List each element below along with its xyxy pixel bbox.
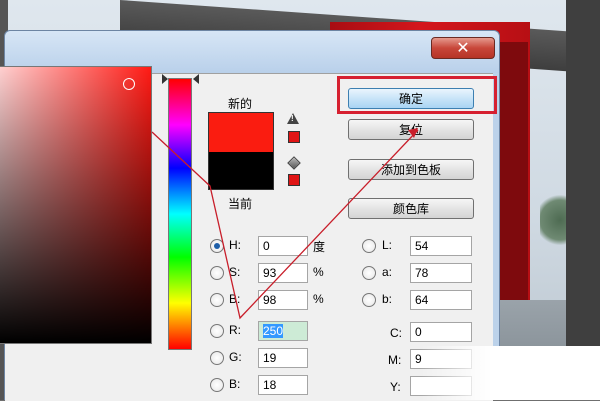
b-unit: % — [313, 292, 324, 306]
a-input[interactable]: 78 — [410, 263, 472, 283]
ok-button-label: 确定 — [398, 92, 423, 106]
g-label: G: — [229, 350, 242, 364]
lab-b-input[interactable]: 64 — [410, 290, 472, 310]
hue-slider[interactable] — [168, 78, 192, 350]
lab-b-label: b: — [382, 292, 393, 306]
s-input[interactable]: 93 — [258, 263, 308, 283]
current-color-label: 当前 — [228, 197, 253, 211]
h-label: H: — [229, 238, 241, 252]
m-label: M: — [388, 353, 402, 367]
c-input[interactable]: 0 — [410, 322, 472, 342]
s-unit: % — [313, 265, 324, 279]
add-to-swatches-label: 添加到色板 — [380, 163, 441, 177]
warning-triangle-icon — [287, 113, 299, 124]
r-label: R: — [229, 323, 241, 337]
color-libraries-label: 颜色库 — [392, 202, 429, 216]
h-unit: 度 — [313, 240, 326, 254]
rgb-b-input[interactable]: 18 — [258, 375, 308, 395]
color-field-cursor[interactable] — [123, 78, 135, 90]
white-overlay-patch — [420, 346, 600, 400]
close-button[interactable]: ✕ — [431, 37, 495, 59]
rgb-b-label: B: — [229, 377, 241, 391]
new-color-label: 新的 — [228, 97, 253, 111]
color-libraries-button[interactable]: 颜色库 — [348, 198, 474, 219]
radio-a[interactable] — [362, 266, 376, 280]
radio-r[interactable] — [210, 324, 224, 338]
window-frame-right — [566, 0, 600, 400]
r-input[interactable]: 250 — [258, 321, 308, 341]
websafe-correction-swatch[interactable] — [288, 174, 300, 186]
b-label: B: — [229, 292, 241, 306]
l-input[interactable]: 54 — [410, 236, 472, 256]
radio-rgb-b[interactable] — [210, 378, 224, 392]
radio-b[interactable] — [210, 293, 224, 307]
a-label: a: — [382, 265, 393, 279]
radio-h[interactable] — [210, 239, 224, 253]
new-color-swatch — [208, 112, 274, 152]
gamut-correction-swatch[interactable] — [288, 131, 300, 143]
s-label: S: — [229, 265, 241, 279]
h-input[interactable]: 0 — [258, 236, 308, 256]
reset-button-label: 复位 — [398, 123, 423, 137]
radio-lab-b[interactable] — [362, 293, 376, 307]
reset-button[interactable]: 复位 — [348, 119, 474, 140]
l-label: L: — [382, 238, 393, 252]
c-label: C: — [390, 326, 402, 340]
hue-slider-left-arrow-icon[interactable] — [162, 74, 168, 84]
radio-s[interactable] — [210, 266, 224, 280]
close-icon: ✕ — [456, 40, 470, 57]
g-input[interactable]: 19 — [258, 348, 308, 368]
r-input-selected-text: 250 — [263, 324, 284, 338]
b-input[interactable]: 98 — [258, 290, 308, 310]
saturation-brightness-field[interactable] — [0, 66, 152, 344]
radio-g[interactable] — [210, 351, 224, 365]
hue-slider-right-arrow-icon[interactable] — [193, 74, 199, 84]
y-label: Y: — [390, 380, 401, 394]
radio-l[interactable] — [362, 239, 376, 253]
ok-button[interactable]: 确定 — [348, 88, 474, 109]
add-to-swatches-button[interactable]: 添加到色板 — [348, 159, 474, 180]
building-shadow — [500, 42, 528, 322]
current-color-swatch[interactable] — [208, 152, 274, 190]
